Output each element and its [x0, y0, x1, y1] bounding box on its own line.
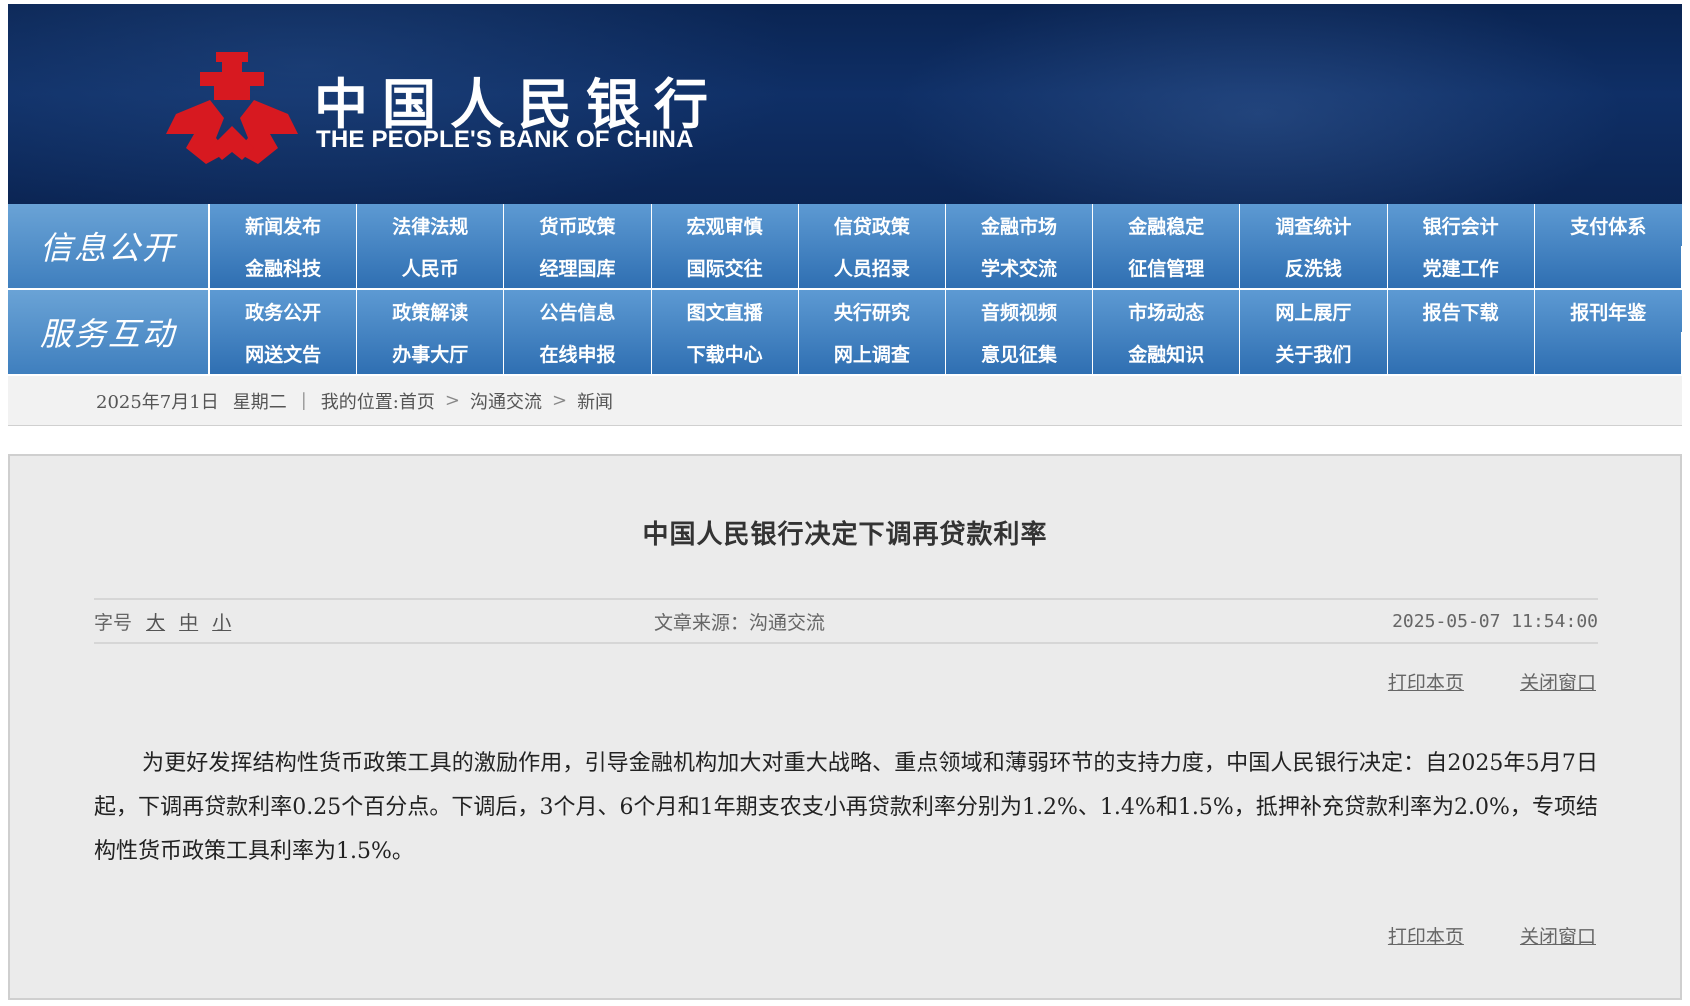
page: 中国人民银行 THE PEOPLE'S BANK OF CHINA 信息公开 新…: [8, 4, 1682, 1000]
article-container: 中国人民银行决定下调再贷款利率 字号 大 中 小 文章来源：沟通交流 2025-…: [8, 454, 1682, 1000]
nav-item[interactable]: 反洗钱: [1240, 246, 1388, 288]
article-datetime: 2025-05-07 11:54:00: [1392, 610, 1598, 632]
nav-item[interactable]: 网送文告: [210, 332, 358, 374]
nav-item[interactable]: 政策解读: [357, 290, 505, 332]
nav-item[interactable]: 办事大厅: [357, 332, 505, 374]
article-actions-top: 打印本页 关闭窗口: [1338, 668, 1596, 695]
current-weekday: 星期二: [232, 391, 287, 413]
nav-item[interactable]: 公告信息: [504, 290, 652, 332]
nav-item[interactable]: 报刊年鉴: [1535, 290, 1682, 332]
nav-item[interactable]: 人员招录: [799, 246, 946, 288]
nav-item[interactable]: 金融科技: [210, 246, 358, 288]
nav-item[interactable]: 货币政策: [504, 204, 652, 246]
nav-row: 政务公开 政策解读 公告信息 图文直播 央行研究 音频视频 市场动态 网上展厅 …: [210, 290, 1682, 332]
nav-item[interactable]: 网上展厅: [1240, 290, 1388, 332]
nav-item[interactable]: 报告下载: [1388, 290, 1535, 332]
nav-group-title-info: 信息公开: [8, 204, 208, 288]
nav-item[interactable]: 央行研究: [799, 290, 946, 332]
nav-items-info: 新闻发布 法律法规 货币政策 宏观审慎 信贷政策 金融市场 金融稳定 调查统计 …: [210, 204, 1682, 288]
current-date: 2025年7月1日: [96, 391, 219, 413]
close-window-link[interactable]: 关闭窗口: [1520, 672, 1596, 694]
font-size-large-link[interactable]: 大: [146, 612, 165, 634]
chevron-right-icon: >: [551, 390, 568, 411]
nav-item[interactable]: 党建工作: [1388, 246, 1535, 288]
nav-item[interactable]: 关于我们: [1240, 332, 1388, 374]
nav-item[interactable]: 人民币: [357, 246, 505, 288]
nav-item[interactable]: 金融知识: [1093, 332, 1241, 374]
nav-group-title-service: 服务互动: [8, 290, 208, 374]
bank-name-en: THE PEOPLE'S BANK OF CHINA: [316, 126, 694, 153]
chevron-right-icon: >: [444, 390, 460, 411]
nav-item[interactable]: 信贷政策: [799, 204, 946, 246]
breadcrumb-level1[interactable]: 沟通交流: [470, 388, 542, 414]
nav-item[interactable]: 市场动态: [1093, 290, 1241, 332]
close-window-link[interactable]: 关闭窗口: [1520, 926, 1596, 948]
nav-item[interactable]: 政务公开: [210, 290, 358, 332]
article-body: 为更好发挥结构性货币政策工具的激励作用，引导金融机构加大对重大战略、重点领域和薄…: [94, 751, 1598, 864]
font-size-small-link[interactable]: 小: [212, 612, 231, 634]
nav-item[interactable]: 征信管理: [1093, 246, 1241, 288]
nav-item[interactable]: 国际交往: [652, 246, 799, 288]
nav-item-empty: [1535, 332, 1682, 374]
nav-row: 新闻发布 法律法规 货币政策 宏观审慎 信贷政策 金融市场 金融稳定 调查统计 …: [210, 204, 1682, 246]
nav-row: 网送文告 办事大厅 在线申报 下载中心 网上调查 意见征集 金融知识 关于我们: [210, 332, 1682, 374]
nav-item[interactable]: 宏观审慎: [652, 204, 799, 246]
breadcrumb-home[interactable]: 我的位置:首页: [321, 388, 435, 414]
nav-item[interactable]: 调查统计: [1240, 204, 1388, 246]
nav-item[interactable]: 经理国库: [504, 246, 652, 288]
nav-item[interactable]: 支付体系: [1535, 204, 1682, 246]
nav-item[interactable]: 银行会计: [1388, 204, 1535, 246]
nav-item[interactable]: 音频视频: [946, 290, 1094, 332]
article-actions-bottom: 打印本页 关闭窗口: [1338, 922, 1596, 949]
nav-items-service: 政务公开 政策解读 公告信息 图文直播 央行研究 音频视频 市场动态 网上展厅 …: [210, 290, 1682, 374]
nav-item-empty: [1535, 246, 1682, 288]
nav-item[interactable]: 意见征集: [946, 332, 1094, 374]
nav-group-service: 服务互动 政务公开 政策解读 公告信息 图文直播 央行研究 音频视频 市场动态 …: [8, 290, 1682, 374]
nav-item[interactable]: 网上调查: [799, 332, 946, 374]
breadcrumb-divider: |: [300, 390, 307, 411]
nav-item[interactable]: 学术交流: [946, 246, 1094, 288]
print-page-link[interactable]: 打印本页: [1388, 926, 1464, 948]
print-page-link[interactable]: 打印本页: [1388, 672, 1464, 694]
article-meta: 字号 大 中 小 文章来源：沟通交流 2025-05-07 11:54:00: [94, 598, 1598, 644]
nav-group-info: 信息公开 新闻发布 法律法规 货币政策 宏观审慎 信贷政策 金融市场 金融稳定 …: [8, 204, 1682, 288]
nav-item-empty: [1388, 332, 1535, 374]
article-title: 中国人民银行决定下调再贷款利率: [642, 520, 1048, 550]
article-source: 文章来源：沟通交流: [654, 611, 826, 634]
nav-item[interactable]: 下载中心: [652, 332, 799, 374]
nav-item[interactable]: 法律法规: [357, 204, 505, 246]
site-banner: 中国人民银行 THE PEOPLE'S BANK OF CHINA: [8, 4, 1682, 204]
font-size-label: 字号: [94, 611, 133, 634]
breadcrumb: 2025年7月1日 星期二 | 我的位置:首页 > 沟通交流 > 新闻: [8, 376, 1682, 426]
main-nav: 信息公开 新闻发布 法律法规 货币政策 宏观审慎 信贷政策 金融市场 金融稳定 …: [8, 204, 1682, 376]
pboc-logo-icon[interactable]: [166, 52, 298, 170]
font-size-medium-link[interactable]: 中: [179, 612, 198, 634]
nav-item[interactable]: 金融市场: [946, 204, 1094, 246]
nav-row: 金融科技 人民币 经理国库 国际交往 人员招录 学术交流 征信管理 反洗钱 党建…: [210, 246, 1682, 288]
nav-item[interactable]: 图文直播: [652, 290, 799, 332]
nav-item[interactable]: 在线申报: [504, 332, 652, 374]
nav-item[interactable]: 金融稳定: [1093, 204, 1241, 246]
font-size-switcher: 字号 大 中 小: [94, 608, 654, 635]
nav-item[interactable]: 新闻发布: [210, 204, 358, 246]
breadcrumb-level2[interactable]: 新闻: [577, 388, 613, 414]
